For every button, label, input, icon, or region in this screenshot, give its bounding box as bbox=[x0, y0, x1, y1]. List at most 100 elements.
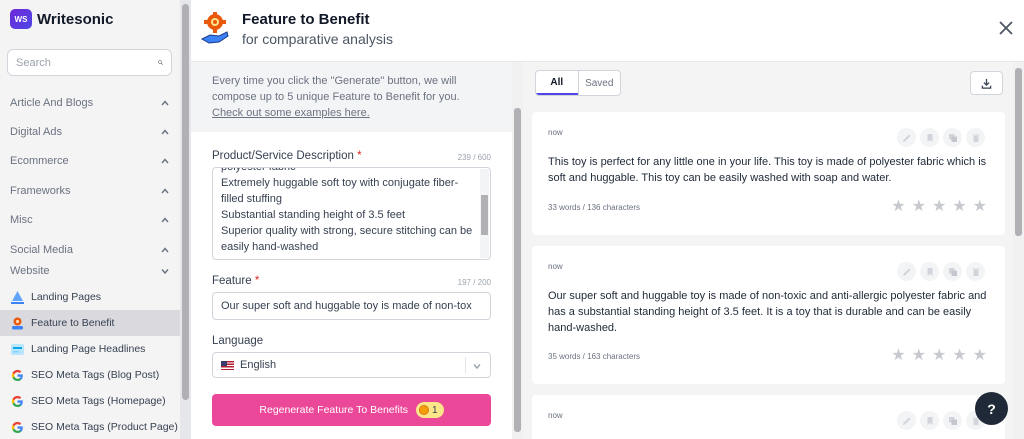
save-button[interactable] bbox=[920, 128, 939, 147]
star-icon[interactable]: ★ bbox=[912, 199, 926, 215]
form-scrollbar[interactable] bbox=[512, 62, 523, 439]
scrollbar-thumb[interactable] bbox=[481, 195, 488, 235]
language-select[interactable]: English bbox=[212, 352, 491, 378]
credit-count: 1 bbox=[432, 404, 438, 416]
delete-button[interactable] bbox=[966, 262, 985, 281]
required-marker: * bbox=[254, 275, 260, 287]
copy-icon bbox=[948, 133, 957, 142]
star-icon[interactable]: ★ bbox=[973, 348, 987, 364]
help-button[interactable]: ? bbox=[975, 392, 1008, 425]
card-actions bbox=[897, 128, 985, 147]
sidebar-item-label: Landing Page Headlines bbox=[31, 343, 146, 355]
logo[interactable]: WS Writesonic bbox=[10, 9, 113, 29]
examples-link[interactable]: Check out some examples here. bbox=[212, 107, 370, 119]
copy-button[interactable] bbox=[943, 128, 962, 147]
copy-button[interactable] bbox=[943, 411, 962, 430]
tab-all[interactable]: All bbox=[536, 71, 578, 95]
feature-label: Feature * bbox=[212, 275, 259, 287]
search-icon[interactable] bbox=[158, 56, 163, 69]
sidebar-item-label: SEO Meta Tags (Homepage) bbox=[31, 395, 166, 407]
category-article-and-blogs[interactable]: Article And Blogs bbox=[10, 94, 170, 112]
category-website[interactable]: Website bbox=[10, 262, 170, 280]
star-icon[interactable]: ★ bbox=[952, 199, 966, 215]
category-digital-ads[interactable]: Digital Ads bbox=[10, 123, 170, 141]
search-box[interactable] bbox=[7, 49, 172, 76]
regenerate-button[interactable]: Regenerate Feature To Benefits 1 bbox=[212, 394, 491, 426]
coin-icon bbox=[419, 405, 430, 415]
google-icon bbox=[10, 394, 25, 409]
info-box: Every time you click the "Generate" butt… bbox=[191, 62, 512, 132]
feature-label-text: Feature bbox=[212, 275, 252, 287]
scrollbar-thumb[interactable] bbox=[182, 4, 189, 400]
result-time: now bbox=[548, 262, 563, 271]
chevron-down-icon[interactable] bbox=[472, 361, 482, 371]
chevron-up-icon bbox=[161, 100, 169, 106]
feature-input[interactable]: Our super soft and huggable toy is made … bbox=[212, 292, 491, 320]
category-frameworks[interactable]: Frameworks bbox=[10, 182, 170, 200]
chevron-up-icon bbox=[161, 247, 169, 253]
star-icon[interactable]: ★ bbox=[891, 348, 905, 364]
sidebar-scrollbar[interactable] bbox=[180, 0, 191, 439]
rating-stars[interactable]: ★ ★ ★ ★ ★ bbox=[891, 199, 987, 215]
edit-button[interactable] bbox=[897, 128, 916, 147]
chevron-up-icon bbox=[161, 158, 169, 164]
star-icon[interactable]: ★ bbox=[912, 348, 926, 364]
info-text: Every time you click the "Generate" butt… bbox=[212, 75, 460, 103]
chevron-up-icon bbox=[161, 217, 169, 223]
sidebar-item-landing-page-headlines[interactable]: Landing Page Headlines bbox=[0, 336, 180, 362]
bookmark-icon bbox=[927, 267, 932, 276]
star-icon[interactable]: ★ bbox=[932, 348, 946, 364]
description-value[interactable]: polyester fabric Extremely huggable soft… bbox=[221, 168, 476, 255]
description-label-text: Product/Service Description bbox=[212, 150, 354, 162]
pencil-icon bbox=[902, 134, 910, 142]
chevron-up-icon bbox=[161, 188, 169, 194]
sidebar-item-seo-meta-blog[interactable]: SEO Meta Tags (Blog Post) bbox=[0, 362, 180, 388]
edit-button[interactable] bbox=[897, 262, 916, 281]
star-icon[interactable]: ★ bbox=[952, 348, 966, 364]
delete-button[interactable] bbox=[966, 128, 985, 147]
sidebar-item-seo-meta-product[interactable]: SEO Meta Tags (Product Page) bbox=[0, 414, 180, 439]
category-label: Digital Ads bbox=[10, 126, 62, 138]
description-textarea[interactable]: polyester fabric Extremely huggable soft… bbox=[212, 167, 491, 260]
page-title: Feature to Benefit bbox=[242, 11, 370, 28]
results-scrollbar[interactable] bbox=[1013, 62, 1024, 439]
download-button[interactable] bbox=[970, 71, 1003, 95]
sidebar-item-label: SEO Meta Tags (Blog Post) bbox=[31, 369, 160, 381]
sidebar-item-seo-meta-homepage[interactable]: SEO Meta Tags (Homepage) bbox=[0, 388, 180, 414]
rating-stars[interactable]: ★ ★ ★ ★ ★ bbox=[891, 348, 987, 364]
result-text: Our super soft and huggable toy is made … bbox=[548, 290, 987, 334]
result-card: now bbox=[532, 395, 1005, 439]
star-icon[interactable]: ★ bbox=[932, 199, 946, 215]
app-window: WS Writesonic Article And Blogs Digital … bbox=[0, 0, 1024, 439]
pencil-icon bbox=[902, 268, 910, 276]
regenerate-label: Regenerate Feature To Benefits bbox=[259, 404, 409, 416]
sidebar-item-label: SEO Meta Tags (Product Page) bbox=[31, 421, 178, 433]
scrollbar-thumb[interactable] bbox=[514, 108, 521, 432]
brand-name: Writesonic bbox=[37, 10, 114, 28]
close-icon[interactable] bbox=[998, 20, 1014, 36]
category-ecommerce[interactable]: Ecommerce bbox=[10, 152, 170, 170]
star-icon[interactable]: ★ bbox=[973, 199, 987, 215]
sidebar-item-feature-to-benefit[interactable]: Feature to Benefit bbox=[0, 310, 180, 336]
tab-saved[interactable]: Saved bbox=[577, 71, 621, 95]
copy-button[interactable] bbox=[943, 262, 962, 281]
page-subtitle: for comparative analysis bbox=[242, 31, 393, 47]
textarea-scrollbar[interactable] bbox=[480, 169, 489, 258]
star-icon[interactable]: ★ bbox=[891, 199, 905, 215]
sidebar-item-landing-pages[interactable]: Landing Pages bbox=[0, 284, 180, 310]
scrollbar-thumb[interactable] bbox=[1015, 68, 1022, 236]
category-social-media[interactable]: Social Media bbox=[10, 241, 170, 259]
sidebar-item-label: Feature to Benefit bbox=[31, 317, 115, 329]
category-label: Misc bbox=[10, 214, 33, 226]
search-input[interactable] bbox=[16, 56, 158, 69]
result-time: now bbox=[548, 411, 563, 420]
category-misc[interactable]: Misc bbox=[10, 211, 170, 229]
copy-icon bbox=[948, 416, 957, 425]
us-flag-icon bbox=[221, 360, 234, 370]
download-icon bbox=[981, 78, 992, 89]
language-value: English bbox=[240, 359, 277, 371]
gear-hand-icon bbox=[201, 12, 229, 44]
save-button[interactable] bbox=[920, 262, 939, 281]
edit-button[interactable] bbox=[897, 411, 916, 430]
save-button[interactable] bbox=[920, 411, 939, 430]
